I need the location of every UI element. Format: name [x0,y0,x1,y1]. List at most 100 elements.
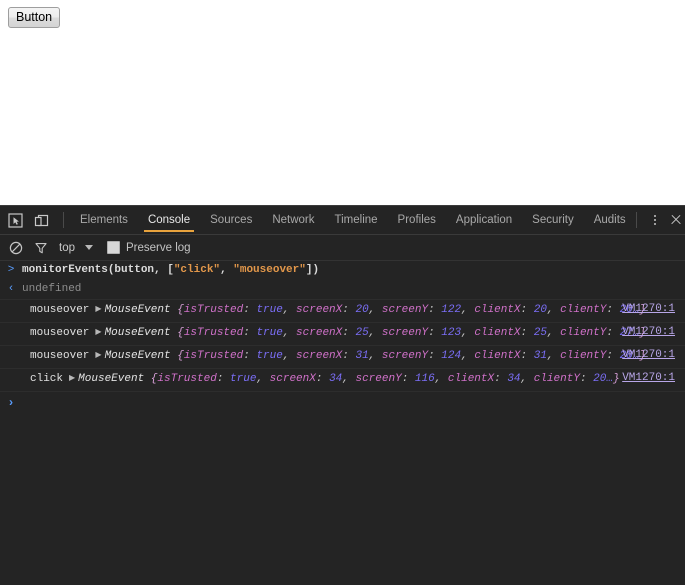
console-event-row[interactable]: mouseover ▶ MouseEvent {isTrusted: true, s… [0,299,685,323]
console-result-value: undefined [22,283,82,295]
tab-label: Elements [80,214,128,226]
event-property-value: true [256,327,283,339]
close-icon[interactable] [667,211,685,229]
preserve-log-toggle[interactable]: Preserve log [107,241,191,254]
punctuation: : [342,304,356,316]
devtools-tabstrip: Elements Console Sources Network Timelin… [0,206,685,235]
event-type-label: click [30,373,64,385]
punctuation: , [368,350,382,362]
event-property-name: clientY [533,373,580,385]
punctuation: : [243,350,257,362]
event-type-label: mouseover [30,327,90,339]
punctuation: , [368,327,382,339]
devtools-window-controls [635,206,685,234]
tab-timeline[interactable]: Timeline [325,206,388,234]
expand-triangle-icon[interactable]: ▶ [95,303,101,317]
tab-security[interactable]: Security [522,206,584,234]
event-property-name: clientY [560,304,607,316]
console-prompt-row[interactable]: › [0,392,685,412]
tab-audits[interactable]: Audits [584,206,636,234]
event-property-name: clientX [474,350,521,362]
punctuation: , [546,304,561,316]
devtools-panel: Elements Console Sources Network Timelin… [0,205,685,585]
tab-network[interactable]: Network [262,206,324,234]
console-event-rows: mouseover ▶ MouseEvent {isTrusted: true, s… [0,299,685,392]
punctuation: : [606,304,620,316]
tab-label: Profiles [397,214,436,226]
console-event-row[interactable]: mouseover ▶ MouseEvent {isTrusted: true, s… [0,323,685,346]
toolbar-divider [635,212,637,228]
source-location-link[interactable]: VM1270:1 [622,326,675,338]
console-result-row: ‹ undefined [0,280,685,299]
console-event-row[interactable]: mouseover ▶ MouseEvent {isTrusted: true, s… [0,346,685,369]
chevron-down-icon [85,245,93,250]
event-property-name: screenY [381,304,429,316]
event-constructor-name: MouseEvent [104,304,178,316]
event-property-value: 34 [507,373,521,385]
device-toolbar-icon[interactable] [33,212,50,229]
console-filter-bar: top Preserve log [0,235,685,261]
event-property-value: 20 [355,304,369,316]
event-property-value: 20… [593,373,613,385]
source-location-link[interactable]: VM1270:1 [622,303,675,315]
execution-context-label: top [59,241,75,254]
event-type-label: mouseover [30,304,90,316]
expression-prefix: monitorEvents(button, [ [22,264,174,276]
event-property-value: 31 [533,350,547,362]
tab-application[interactable]: Application [446,206,522,234]
tab-label: Application [455,214,513,226]
expand-triangle-icon[interactable]: ▶ [95,349,101,363]
clear-console-icon[interactable] [7,239,24,256]
tab-elements[interactable]: Elements [70,206,138,234]
punctuation: : [579,373,594,385]
console-event-row[interactable]: click ▶ MouseEvent {isTrusted: true, scree… [0,369,685,392]
expand-triangle-icon[interactable]: ▶ [69,372,75,386]
event-property-name: screenX [296,327,343,339]
source-location-link[interactable]: VM1270:1 [622,349,675,361]
punctuation: , [342,373,356,385]
console-message-list[interactable]: > monitorEvents(button, ["click", "mouse… [0,261,685,585]
open-brace: { [177,350,184,362]
punctuation: : [315,373,330,385]
event-property-value: 124 [441,350,462,362]
punctuation: : [520,304,534,316]
event-property-value: 25 [533,327,547,339]
event-property-value: true [230,373,257,385]
tab-profiles[interactable]: Profiles [388,206,446,234]
event-property-value: true [256,304,283,316]
event-property-value: 25 [355,327,369,339]
expand-triangle-icon[interactable]: ▶ [95,326,101,340]
event-property-name: screenX [269,373,316,385]
punctuation: , [256,373,270,385]
event-property-name: isTrusted [183,350,244,362]
punctuation: : [520,327,534,339]
inspect-element-picker-icon[interactable] [7,212,24,229]
tab-label: Security [532,214,574,226]
console-prompt-input[interactable] [22,396,685,410]
event-property-name: clientY [560,350,607,362]
execution-context-selector[interactable]: top [59,242,93,254]
expression-string-2: "mouseover" [233,264,306,276]
tab-label: Sources [210,214,253,226]
punctuation: : [428,327,442,339]
devtools-tabs: Elements Console Sources Network Timelin… [70,206,636,234]
event-message: mouseover ▶ MouseEvent {isTrusted: true, s… [22,326,685,341]
filter-funnel-icon[interactable] [32,239,49,256]
punctuation: , [282,327,297,339]
event-property-value: 123 [441,327,462,339]
event-property-name: isTrusted [183,327,244,339]
punctuation: : [606,350,620,362]
expression-string-1: "click" [173,264,221,276]
input-marker-icon: > [7,264,15,276]
device-mode-icon [34,214,49,226]
devtools-tool-buttons [0,206,70,234]
source-location-link[interactable]: VM1270:1 [622,372,675,384]
event-type-label: mouseover [30,350,90,362]
event-message: click ▶ MouseEvent {isTrusted: true, scree… [22,372,685,387]
more-options-icon[interactable] [647,211,663,229]
preserve-log-checkbox[interactable] [107,241,120,254]
event-property-value: 31 [355,350,369,362]
demo-button[interactable]: Button [8,7,61,28]
tab-sources[interactable]: Sources [200,206,262,234]
tab-console[interactable]: Console [138,206,200,234]
